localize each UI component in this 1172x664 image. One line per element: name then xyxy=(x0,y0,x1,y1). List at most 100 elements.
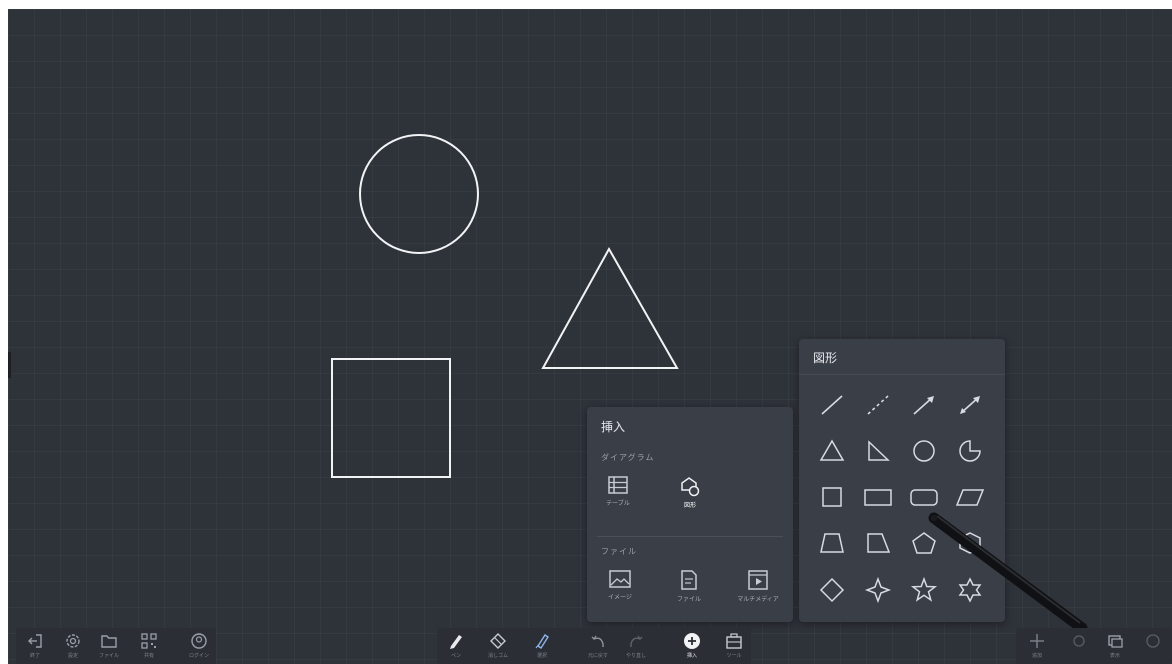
redo-button[interactable]: やり直し xyxy=(621,628,651,662)
more-icon xyxy=(1146,634,1160,648)
redo-label: やり直し xyxy=(625,653,646,659)
pentagon-icon xyxy=(912,532,936,554)
folder-icon xyxy=(101,635,117,648)
qr-code-icon xyxy=(141,633,157,649)
toolbox-label: ツール xyxy=(726,653,742,659)
shape-four-point-star-button[interactable] xyxy=(858,571,898,607)
select-icon xyxy=(535,634,549,649)
double-arrow-icon xyxy=(960,396,980,414)
eraser-label: 消しゴム xyxy=(487,653,508,659)
eraser-button[interactable]: 消しゴム xyxy=(483,628,513,662)
insert-shapes-button[interactable]: 図形 xyxy=(662,475,718,509)
select-label: 選択 xyxy=(536,653,547,659)
insert-media-label: マルチメディア xyxy=(737,596,779,603)
shape-double-arrow-button[interactable] xyxy=(950,387,990,423)
share-label: 共有 xyxy=(143,653,154,659)
rectangle-icon xyxy=(864,489,892,506)
insert-button[interactable]: 挿入 xyxy=(677,628,707,662)
file-section-label: ファイル xyxy=(601,547,637,556)
line-icon xyxy=(821,395,843,415)
insert-file-button[interactable]: ファイル xyxy=(661,569,717,603)
arrow-icon xyxy=(913,396,934,415)
square-icon xyxy=(822,487,842,507)
shape-six-point-star-button[interactable] xyxy=(950,571,990,607)
shape-rounded-rectangle-button[interactable] xyxy=(904,479,944,515)
shape-circle-button[interactable] xyxy=(904,433,944,469)
page-button[interactable] xyxy=(1064,628,1094,662)
share-button[interactable]: 共有 xyxy=(134,628,164,662)
more-button[interactable] xyxy=(1138,628,1168,662)
panel-divider xyxy=(597,536,783,537)
shape-right-triangle-button[interactable] xyxy=(858,433,898,469)
settings-label: 設定 xyxy=(67,653,78,659)
add-page-label: 追加 xyxy=(1031,653,1042,659)
shape-rectangle-button[interactable] xyxy=(858,479,898,515)
right-triangle-icon xyxy=(868,440,890,461)
undo-icon xyxy=(591,635,604,647)
right-trapezoid-icon xyxy=(867,533,891,553)
account-icon xyxy=(191,633,207,649)
redo-icon xyxy=(630,635,643,647)
settings-button[interactable]: 設定 xyxy=(58,628,88,662)
folder-button[interactable]: ファイル xyxy=(94,628,124,662)
multi-window-icon xyxy=(1108,635,1123,648)
shape-right-trapezoid-button[interactable] xyxy=(858,525,898,561)
insert-table-label: テーブル xyxy=(606,500,630,507)
shape-dashed-line-button[interactable] xyxy=(858,387,898,423)
insert-shapes-label: 図形 xyxy=(683,502,696,509)
insert-table-button[interactable]: テーブル xyxy=(590,475,646,507)
shape-line-button[interactable] xyxy=(812,387,852,423)
insert-image-button[interactable]: イメージ xyxy=(592,569,648,601)
star-icon xyxy=(910,577,938,602)
shape-arrow-button[interactable] xyxy=(904,387,944,423)
diagram-section-label: ダイアグラム xyxy=(601,453,655,462)
multi-window-button[interactable]: 表示 xyxy=(1100,628,1130,662)
table-icon xyxy=(608,476,628,494)
pen-button[interactable]: ペン xyxy=(441,628,471,662)
media-icon xyxy=(748,570,768,590)
drawn-square[interactable] xyxy=(331,358,451,478)
insert-panel-title: 挿入 xyxy=(601,420,626,434)
shapes-panel-title: 図形 xyxy=(813,351,838,365)
shape-trapezoid-button[interactable] xyxy=(812,525,852,561)
pen-label: ペン xyxy=(450,653,461,659)
page-icon xyxy=(1073,635,1085,647)
shape-pentagon-button[interactable] xyxy=(904,525,944,561)
document-icon xyxy=(681,570,697,590)
pie-icon xyxy=(959,440,981,462)
shape-triangle-button[interactable] xyxy=(812,433,852,469)
shape-diamond-button[interactable] xyxy=(812,571,852,607)
toolbox-icon xyxy=(726,633,742,649)
drawn-triangle[interactable] xyxy=(541,246,679,369)
drawn-circle[interactable] xyxy=(359,134,479,254)
shape-pie-button[interactable] xyxy=(950,433,990,469)
dashed-line-icon xyxy=(867,395,889,415)
insert-image-label: イメージ xyxy=(608,594,632,601)
shape-square-button[interactable] xyxy=(812,479,852,515)
four-point-star-icon xyxy=(864,577,892,603)
shapes-panel: 図形 xyxy=(799,339,1005,622)
shapes-title-divider xyxy=(799,374,1005,375)
exit-button[interactable]: 終了 xyxy=(20,628,50,662)
circle-icon xyxy=(913,440,935,462)
insert-label: 挿入 xyxy=(686,653,697,659)
shape-parallelogram-button[interactable] xyxy=(950,479,990,515)
add-page-icon xyxy=(1030,634,1044,648)
shape-hexagon-button[interactable] xyxy=(950,525,990,561)
diamond-icon xyxy=(819,577,845,603)
undo-label: 元に戻す xyxy=(587,653,608,659)
undo-button[interactable]: 元に戻す xyxy=(583,628,613,662)
insert-media-button[interactable]: マルチメディア xyxy=(730,569,786,603)
parallelogram-icon xyxy=(955,489,985,506)
account-button[interactable]: ログイン xyxy=(184,628,214,662)
six-point-star-icon xyxy=(958,577,982,603)
toolbox-button[interactable]: ツール xyxy=(719,628,749,662)
trapezoid-icon xyxy=(820,533,844,553)
select-button[interactable]: 選択 xyxy=(527,628,557,662)
hexagon-icon xyxy=(959,532,981,554)
add-page-button[interactable]: 追加 xyxy=(1022,628,1052,662)
shape-star-button[interactable] xyxy=(904,571,944,607)
center-toolbar: ペン 消しゴム 選択 元に戻す やり直し 挿入 ツール xyxy=(437,628,751,664)
left-edge-handle[interactable] xyxy=(8,352,11,378)
screenshot-stage: 挿入 ダイアグラム テーブル 図形 ファイル イメージ ファイル マルチメディア… xyxy=(0,0,1172,664)
